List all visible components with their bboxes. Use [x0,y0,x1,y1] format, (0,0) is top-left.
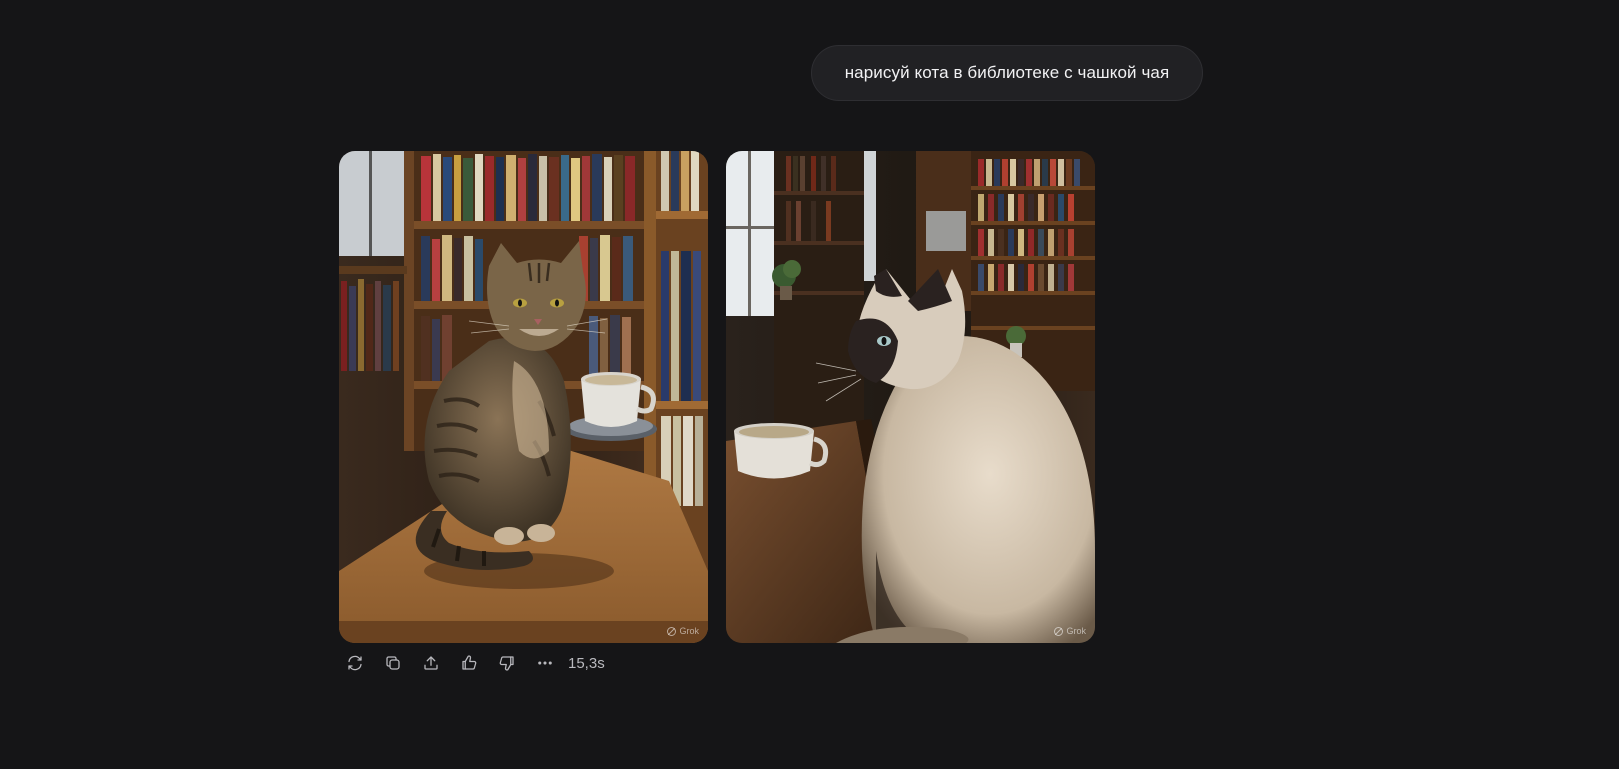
image-watermark: Grok [1054,626,1086,636]
grok-logo-icon [1054,626,1064,636]
more-icon [538,661,552,665]
siamese-cat-image [726,151,1095,643]
regenerate-button[interactable] [336,650,374,676]
watermark-text: Grok [1066,626,1086,636]
response-time: 15,3s [568,654,605,672]
share-button[interactable] [412,650,450,676]
response-actions: 15,3s [336,650,605,676]
watermark-text: Grok [679,626,699,636]
tabby-cat-image [339,151,708,643]
like-button[interactable] [450,650,488,676]
user-message-text: нарисуй кота в библиотеке с чашкой чая [844,63,1170,82]
generated-image-1[interactable]: Grok [339,151,708,643]
more-options-button[interactable] [526,650,564,676]
copy-icon [386,656,400,670]
refresh-icon [348,655,362,671]
chat-container: нарисуй кота в библиотеке с чашкой чая G… [0,0,1619,769]
user-message-bubble: нарисуй кота в библиотеке с чашкой чая [811,45,1203,101]
dislike-button[interactable] [488,650,526,676]
generated-image-2[interactable]: Grok [726,151,1095,643]
share-icon [424,656,438,670]
grok-logo-icon [667,626,677,636]
thumbs-up-icon [462,655,477,670]
copy-button[interactable] [374,650,412,676]
thumbs-down-icon [499,656,514,671]
image-watermark: Grok [667,626,699,636]
